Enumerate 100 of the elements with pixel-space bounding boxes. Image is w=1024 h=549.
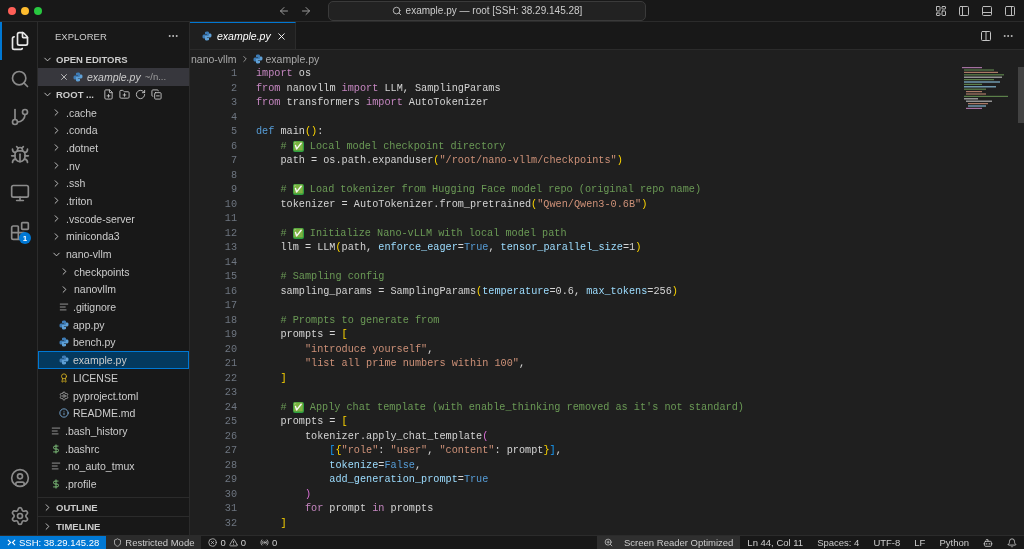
panel-right-icon[interactable] [1004, 4, 1016, 17]
breadcrumb-item[interactable]: nano-vllm [191, 52, 237, 65]
open-editor-item[interactable]: example.py ~/n... [38, 68, 189, 86]
folder-item[interactable]: checkpoints [38, 262, 189, 281]
search-icon [391, 5, 402, 16]
dollar-icon [51, 443, 61, 454]
status-item[interactable]: Ln 44, Col 11 [740, 536, 811, 549]
folder-item[interactable]: .triton [38, 192, 189, 210]
close-icon[interactable] [275, 30, 287, 42]
code-line: from transformers import AutoTokenizer [256, 96, 489, 110]
info-icon [59, 408, 69, 419]
remote-indicator[interactable]: SSH: 38.29.145.28 [0, 536, 107, 549]
section-header[interactable]: ROOT ... [38, 85, 189, 104]
breadcrumb-item[interactable]: example.py [252, 52, 320, 65]
close-window-button[interactable] [8, 6, 16, 15]
line-number: 12 [224, 226, 237, 241]
file-item[interactable]: .bash_history [38, 422, 189, 440]
python-file-icon [73, 71, 83, 82]
problems-indicator[interactable]: 0 0 [201, 536, 254, 549]
status-item[interactable]: Python [932, 536, 976, 549]
line-number: 17 [224, 299, 237, 313]
back-icon[interactable] [278, 4, 290, 17]
section-header[interactable]: TIMELINE [38, 516, 189, 535]
status-item[interactable]: LF [907, 536, 933, 549]
code-line: sampling_params = SamplingParams(temperature=0.6, max_tokens=256) [279, 284, 678, 299]
bug-icon [9, 145, 30, 165]
command-center-search[interactable]: example.py — root [SSH: 38.29.145.28] [328, 0, 646, 21]
file-item[interactable]: .gitignore [38, 298, 189, 316]
new-file-icon[interactable] [103, 89, 114, 101]
status-item[interactable]: UTF-8 [866, 536, 908, 549]
code-line: llm = LLM(path, enforce_eager=True, tensor_parallel_size=1) [279, 241, 642, 255]
line-number: 1 [230, 67, 237, 81]
folder-item[interactable]: nano-vllm [38, 245, 189, 263]
code-line: "list all prime numbers within 100", [303, 357, 525, 371]
folder-item[interactable]: .nv [38, 156, 189, 175]
panel-bottom-icon[interactable] [981, 4, 993, 17]
line-number: 18 [224, 313, 237, 328]
section-header[interactable]: OPEN EDITORS [38, 50, 189, 68]
count-badge: 1 [19, 232, 31, 244]
file-item[interactable]: pyproject.toml [38, 386, 189, 405]
activity-bar-item[interactable]: 1 [0, 212, 37, 250]
line-number: 23 [224, 386, 237, 400]
refresh-icon[interactable] [135, 89, 146, 101]
code-line: from nanovllm import LLM, SamplingParams [256, 81, 501, 96]
code-line: # ✅ Local model checkpoint directory [279, 139, 506, 154]
minimize-window-button[interactable] [21, 6, 29, 15]
line-number: 4 [230, 110, 237, 125]
code-line: # ✅ Initialize Nano-vLLM with local model path [279, 226, 567, 241]
folder-item[interactable]: miniconda3 [38, 227, 189, 246]
file-item[interactable]: bench.py [38, 333, 189, 352]
file-item[interactable]: example.py [38, 351, 189, 369]
new-folder-icon[interactable] [119, 89, 130, 101]
close-icon[interactable] [59, 71, 69, 82]
line-number: 29 [224, 473, 237, 487]
warning-icon [228, 538, 238, 547]
layout-icon[interactable] [935, 4, 947, 17]
sidebar-title: EXPLORER [55, 30, 107, 42]
screen-reader-indicator[interactable]: Screen Reader Optimized [597, 536, 741, 549]
file-item[interactable]: .no_auto_tmux [38, 457, 189, 476]
scrollbar-thumb[interactable] [1018, 67, 1024, 123]
code-line: tokenizer.apply_chat_template( [303, 429, 489, 444]
folder-item[interactable]: .conda [38, 121, 189, 140]
file-item[interactable]: README.md [38, 404, 189, 423]
line-number: 22 [224, 371, 237, 386]
line-number: 16 [224, 284, 237, 299]
status-item[interactable]: Spaces: 4 [810, 536, 867, 549]
folder-item[interactable]: .dotnet [38, 139, 189, 157]
forward-icon[interactable] [300, 4, 312, 17]
file-name: example.py [87, 70, 141, 83]
file-item[interactable]: LICENSE [38, 369, 189, 387]
split-editor-icon[interactable] [980, 29, 992, 42]
ports-indicator[interactable]: 0 [253, 536, 285, 549]
robot-icon [983, 537, 993, 548]
file-item[interactable]: .bashrc [38, 439, 189, 458]
folder-item[interactable]: nanovllm [38, 280, 189, 299]
folder-item[interactable]: .cache [38, 103, 189, 122]
license-icon [59, 372, 69, 383]
code-line: prompts = [ [279, 415, 348, 429]
maximize-window-button[interactable] [34, 6, 42, 15]
editor-tab[interactable]: example.py [190, 22, 296, 49]
gear-icon [59, 390, 69, 401]
folder-item[interactable]: .vscode-server [38, 209, 189, 228]
text-file-icon [51, 425, 61, 436]
code-line: tokenize=False, [328, 458, 422, 473]
text-file-icon [51, 461, 61, 472]
panel-left-icon[interactable] [958, 4, 970, 17]
code-line: prompts = [ [279, 328, 348, 342]
extensions-icon [9, 221, 30, 241]
python-file-icon [59, 319, 69, 330]
line-number: 26 [224, 429, 237, 444]
code-line: # Prompts to generate from [279, 313, 440, 328]
folder-item[interactable]: .ssh [38, 174, 189, 193]
file-item[interactable]: app.py [38, 315, 189, 334]
collapse-icon[interactable] [151, 89, 162, 101]
file-item[interactable]: .profile [38, 475, 189, 493]
section-header[interactable]: OUTLINE [38, 497, 189, 516]
code-line: path = os.path.expanduser("/root/nano-vllm/checkpoints") [279, 154, 623, 168]
python-file-icon [59, 355, 69, 366]
restricted-mode-indicator[interactable]: Restricted Mode [106, 536, 202, 549]
code-line: for prompt in prompts [303, 502, 434, 516]
